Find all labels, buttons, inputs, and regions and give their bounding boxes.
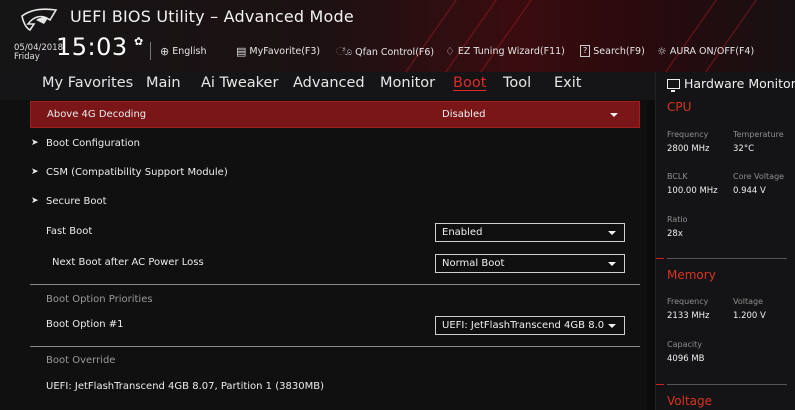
- section-divider: [667, 384, 787, 385]
- fast-boot-value: Enabled: [442, 227, 483, 238]
- tab-ai-tweaker[interactable]: Ai Tweaker: [201, 75, 278, 91]
- boot-option-1-row[interactable]: Boot Option #1 UEFI: JetFlashTranscend 4…: [30, 312, 640, 339]
- aura-button[interactable]: ☼ AURA ON/OFF(F4): [657, 45, 754, 58]
- chevron-down-icon: [608, 262, 616, 266]
- fast-boot-label: Fast Boot: [46, 226, 93, 237]
- cpu-temperature-label: Temperature: [733, 130, 784, 139]
- above-4g-value: Disabled: [442, 109, 486, 120]
- search-label: Search(F9): [593, 45, 645, 57]
- secure-boot-label: Secure Boot: [46, 196, 107, 207]
- memory-heading: Memory: [667, 268, 716, 282]
- ratio-label: Ratio: [667, 215, 688, 224]
- help-icon: ?: [580, 45, 591, 57]
- section-divider: [667, 258, 787, 259]
- hardware-monitor-label: Hardware Monitor: [684, 76, 795, 91]
- myfavorite-icon: ▤: [236, 45, 247, 58]
- boot-override-label: Boot Override: [46, 355, 116, 366]
- voltage-heading: Voltage: [667, 394, 713, 408]
- accent-line: [656, 384, 664, 385]
- hardware-monitor-title: Hardware Monitor: [667, 76, 795, 92]
- tab-exit[interactable]: Exit: [554, 75, 581, 91]
- header-bar: UEFI BIOS Utility – Advanced Mode 05/04/…: [0, 0, 795, 72]
- core-voltage-label: Core Voltage: [733, 172, 785, 181]
- search-button[interactable]: ? Search(F9): [580, 45, 645, 57]
- cpu-temperature-value: 32°C: [733, 144, 755, 154]
- section-divider: [30, 346, 640, 347]
- aura-icon: ☼: [657, 45, 667, 58]
- boot-override-heading: Boot Override: [30, 348, 640, 375]
- boot-override-item-label: UEFI: JetFlashTranscend 4GB 8.07, Partit…: [46, 381, 324, 392]
- submenu-arrow-icon: ➤: [31, 138, 39, 148]
- memory-voltage-value: 1.200 V: [733, 311, 766, 321]
- csm-label: CSM (Compatibility Support Module): [46, 167, 228, 178]
- aura-label: AURA ON/OFF(F4): [669, 46, 755, 57]
- divider: [150, 42, 151, 60]
- cpu-frequency-label: Frequency: [667, 130, 709, 139]
- fast-boot-row[interactable]: Fast Boot Enabled: [30, 219, 640, 246]
- chevron-down-icon: [610, 113, 618, 117]
- memory-frequency-label: Frequency: [667, 297, 709, 306]
- submenu-arrow-icon: ➤: [31, 167, 39, 177]
- monitor-icon: [667, 78, 680, 92]
- rog-logo-icon: [21, 8, 58, 32]
- boot-option-priorities-heading: Boot Option Priorities: [30, 287, 640, 314]
- lightbulb-icon: ♢: [445, 45, 455, 58]
- language-button[interactable]: ⊕ English: [160, 45, 207, 58]
- qfan-label: Qfan Control(F6): [355, 46, 435, 58]
- submenu-arrow-icon: ➤: [31, 196, 39, 206]
- capacity-label: Capacity: [667, 340, 702, 349]
- bclk-label: BCLK: [667, 172, 688, 181]
- gear-icon[interactable]: ✿: [134, 35, 143, 48]
- above-4g-label: Above 4G Decoding: [47, 109, 147, 120]
- boot-override-item[interactable]: UEFI: JetFlashTranscend 4GB 8.07, Partit…: [30, 374, 640, 401]
- next-boot-row[interactable]: Next Boot after AC Power Loss Normal Boo…: [30, 250, 640, 277]
- cpu-heading: CPU: [667, 100, 692, 114]
- decor-stripe: [704, 0, 758, 72]
- boot-option-1-value: UEFI: JetFlashTranscend 4GB 8.0: [442, 320, 605, 331]
- tab-my-favorites[interactable]: My Favorites: [42, 75, 133, 91]
- fan-icon: ೊ: [336, 45, 353, 58]
- csm-row[interactable]: ➤ CSM (Compatibility Support Module): [30, 160, 640, 187]
- ez-tuning-button[interactable]: ♢ EZ Tuning Wizard(F11): [445, 45, 565, 58]
- clock-time: 15:03: [56, 33, 128, 61]
- chevron-down-icon: [608, 231, 616, 235]
- next-boot-label: Next Boot after AC Power Loss: [52, 257, 204, 268]
- hardware-monitor-panel: Hardware Monitor CPU Frequency Temperatu…: [655, 72, 795, 410]
- language-label: English: [172, 46, 207, 57]
- boot-option-1-select[interactable]: UEFI: JetFlashTranscend 4GB 8.0: [435, 316, 625, 335]
- app-title: UEFI BIOS Utility – Advanced Mode: [70, 7, 354, 26]
- bclk-value: 100.00 MHz: [667, 186, 718, 196]
- fast-boot-select[interactable]: Enabled: [435, 223, 625, 242]
- chevron-down-icon: [608, 324, 616, 328]
- myfavorite-label: MyFavorite(F3): [249, 46, 321, 57]
- boot-option-priorities-label: Boot Option Priorities: [46, 294, 153, 305]
- above-4g-select[interactable]: Disabled: [436, 106, 626, 125]
- next-boot-value: Normal Boot: [442, 258, 505, 269]
- globe-icon: ⊕: [160, 45, 170, 58]
- ratio-value: 28x: [667, 229, 683, 239]
- tab-monitor[interactable]: Monitor: [380, 75, 435, 91]
- boot-configuration-row[interactable]: ➤ Boot Configuration: [30, 131, 640, 158]
- qfan-control-button[interactable]: ೊ Qfan Control(F6): [336, 45, 434, 59]
- capacity-value: 4096 MB: [667, 354, 705, 364]
- decor-stripe: [404, 0, 458, 72]
- tab-main[interactable]: Main: [146, 75, 181, 91]
- boot-configuration-label: Boot Configuration: [46, 138, 141, 149]
- ez-tuning-label: EZ Tuning Wizard(F11): [457, 46, 565, 57]
- secure-boot-row[interactable]: ➤ Secure Boot: [30, 189, 640, 216]
- tab-advanced[interactable]: Advanced: [293, 75, 365, 91]
- tab-boot[interactable]: Boot: [453, 75, 486, 91]
- next-boot-select[interactable]: Normal Boot: [435, 254, 625, 273]
- myfavorite-button[interactable]: ▤ MyFavorite(F3): [236, 45, 320, 58]
- section-divider: [30, 284, 640, 285]
- memory-voltage-label: Voltage: [733, 297, 764, 306]
- boot-option-1-label: Boot Option #1: [46, 319, 124, 330]
- above-4g-decoding-row[interactable]: Above 4G Decoding Disabled: [30, 101, 640, 128]
- accent-line: [656, 258, 664, 259]
- decor-stripe: [664, 0, 718, 72]
- tab-tool[interactable]: Tool: [503, 75, 531, 91]
- cpu-frequency-value: 2800 MHz: [667, 144, 710, 154]
- memory-frequency-value: 2133 MHz: [667, 311, 710, 321]
- core-voltage-value: 0.944 V: [733, 186, 766, 196]
